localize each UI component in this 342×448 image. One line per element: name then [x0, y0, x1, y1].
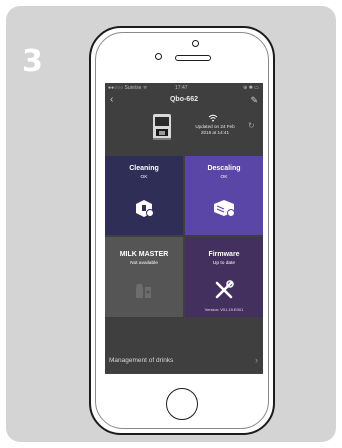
tile-status: OK	[220, 175, 228, 180]
pencil-icon[interactable]: ✎	[250, 95, 258, 106]
earpiece-speaker	[175, 55, 211, 61]
tile-milk-master[interactable]: MILK MASTER Not available	[105, 237, 183, 317]
tile-cleaning[interactable]: Cleaning OK	[105, 156, 183, 235]
status-time: 17:47	[175, 85, 188, 91]
status-carrier: ●●○○○ Sunrise ᯤ	[108, 85, 148, 91]
cleaning-icon	[136, 200, 154, 217]
phone-frame: ●●○○○ Sunrise ᯤ 17:47 ⊕ ✱ ▭ ‹ Qbo-662 ✎	[89, 26, 275, 435]
tile-status: OK	[140, 175, 148, 180]
tools-icon	[215, 280, 234, 299]
tile-status: Up to date	[212, 261, 236, 266]
tile-title: Firmware	[208, 251, 240, 258]
tab-bar-top	[105, 373, 263, 374]
app-screen: ●●○○○ Sunrise ᯤ 17:47 ⊕ ✱ ▭ ‹ Qbo-662 ✎	[105, 83, 263, 374]
tile-descaling[interactable]: Descaling OK	[185, 156, 263, 235]
nav-bar: ‹ Qbo-662 ✎	[105, 93, 263, 109]
status-bar: ●●○○○ Sunrise ᯤ 17:47 ⊕ ✱ ▭	[105, 83, 263, 93]
refresh-icon[interactable]: ↻	[248, 121, 255, 130]
machine-name-title: Qbo-662	[169, 96, 198, 103]
sensor-dot	[192, 40, 199, 47]
milk-master-icon	[136, 284, 151, 298]
chevron-right-icon: ›	[255, 355, 258, 365]
tile-status: Not available	[130, 261, 158, 266]
tile-firmware[interactable]: Firmware Up to date Version: V01.19.E001	[185, 237, 263, 317]
wifi-icon	[208, 114, 218, 122]
machine-image	[153, 114, 171, 140]
descaling-icon	[214, 200, 235, 217]
machine-info: Updated on 24 Feb 2016 at 14:41 ↻	[105, 109, 263, 145]
front-camera	[155, 53, 162, 60]
instruction-panel: 3 ●●○○○ Sunrise ᯤ 17:47 ⊕ ✱ ▭ ‹ Qbo-662 …	[6, 6, 336, 442]
tile-title: Descaling	[207, 165, 241, 172]
last-updated-text: Updated on 24 Feb 2016 at 14:41	[193, 124, 237, 136]
firmware-version: Version: V01.19.E001	[204, 307, 244, 312]
updated-line-2: 2016 at 14:41	[200, 130, 230, 135]
tile-title: Cleaning	[129, 165, 159, 172]
management-label: Management of drinks	[109, 357, 174, 364]
management-of-drinks-row[interactable]: Management of drinks ›	[105, 353, 263, 373]
status-indicators: ⊕ ✱ ▭	[243, 85, 259, 91]
tile-title: MILK MASTER	[119, 251, 169, 258]
step-number: 3	[22, 44, 43, 79]
home-button[interactable]	[166, 388, 198, 420]
